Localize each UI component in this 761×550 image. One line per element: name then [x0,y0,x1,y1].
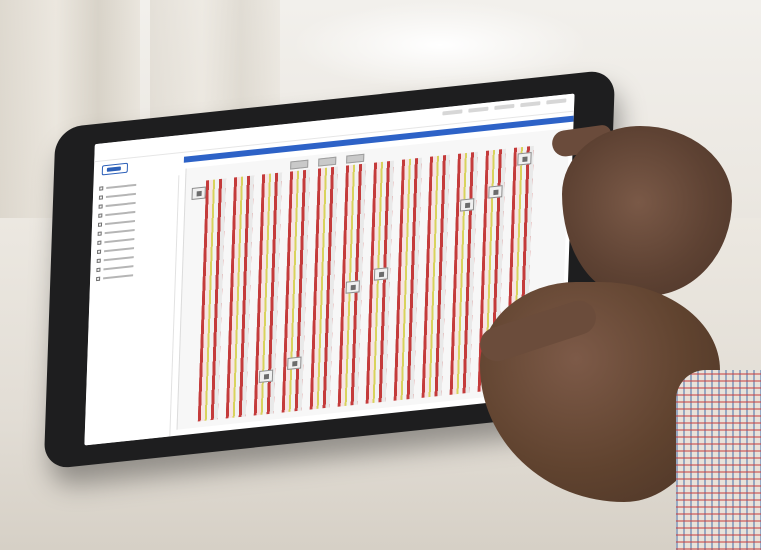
sidebar-label [105,201,136,207]
sidebar-label [105,192,136,198]
sidebar-label [104,228,135,234]
column-strip [309,166,339,410]
column-header[interactable] [290,159,309,170]
sidebar-label [105,210,136,216]
menu-item[interactable] [520,101,541,108]
column-strip [393,157,422,401]
checkbox[interactable] [97,249,102,254]
sidebar-label [103,255,134,261]
checkbox[interactable] [96,258,101,263]
menu-item[interactable] [468,106,489,113]
checkbox[interactable] [98,212,103,218]
sidebar-label [103,264,134,270]
sidebar-label [106,183,137,189]
column-strip [225,175,255,419]
checkbox[interactable] [97,230,102,236]
sidebar-label [104,237,135,243]
column-strip [449,151,478,395]
column-strip [281,169,311,413]
chip-icon[interactable] [517,152,532,166]
column-header[interactable] [346,153,365,164]
sidebar-label [103,273,134,279]
photo-scene [0,0,761,550]
chip-icon[interactable] [459,198,475,212]
checkbox[interactable] [97,221,103,227]
column-strip [365,160,394,404]
chip-icon[interactable] [488,185,503,199]
menu-item[interactable] [546,98,567,105]
logo-mark [101,162,129,176]
checkbox[interactable] [97,240,102,245]
chip-icon[interactable] [345,280,360,294]
column-strip [197,178,227,422]
chip-icon[interactable] [373,267,389,281]
sidebar-label [104,219,136,225]
column-header[interactable] [318,156,337,167]
shirt-sleeve [676,370,761,550]
chip-icon[interactable] [287,356,302,371]
chip-icon[interactable] [258,369,274,384]
column-strip [421,154,450,398]
checkbox[interactable] [98,194,104,200]
menu-item[interactable] [442,109,463,116]
checkbox[interactable] [99,185,104,191]
sidebar [84,175,180,446]
menu-item[interactable] [494,103,515,110]
checkbox[interactable] [98,203,103,209]
chip-icon[interactable] [191,186,206,200]
checkbox[interactable] [96,267,101,272]
sidebar-label [104,246,135,252]
checkbox[interactable] [96,276,101,281]
